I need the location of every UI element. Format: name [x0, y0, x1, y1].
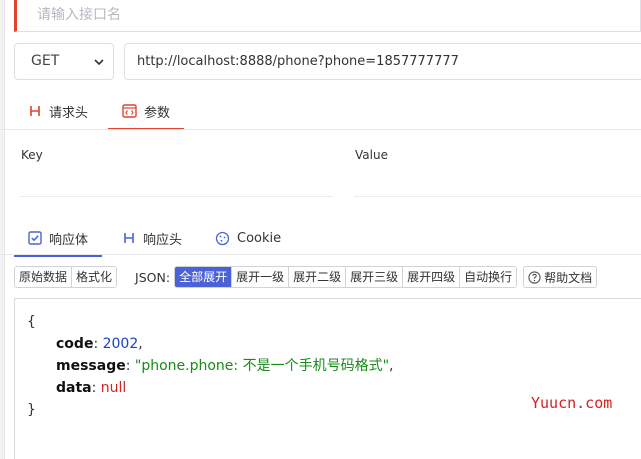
api-name-row — [14, 0, 641, 32]
api-name-input[interactable] — [37, 4, 597, 26]
value-input-line[interactable] — [354, 196, 641, 197]
json-value: "phone.phone: 不是一个手机号码格式" — [134, 358, 390, 374]
tab-cookie-label: Cookie — [237, 230, 282, 246]
tab-params-label: 参数 — [144, 105, 171, 121]
json-key: message — [56, 358, 126, 374]
json-label: JSON: — [135, 269, 171, 285]
method-value: GET — [31, 53, 60, 69]
value-column-header: Value — [355, 148, 388, 162]
tab-cookie[interactable]: Cookie — [215, 219, 281, 257]
expand-level-3-button[interactable]: 展开三级 — [346, 267, 404, 287]
tab-response-body-label: 响应体 — [49, 232, 89, 248]
code-doc-icon — [122, 104, 137, 118]
json-line-code: code: 2002, — [56, 336, 143, 352]
json-value: 2002 — [102, 336, 139, 352]
expand-button-group: 全部展开 展开一级 展开二级 展开三级 展开四级 自动换行 — [174, 266, 518, 288]
h-icon — [30, 106, 40, 116]
url-input[interactable]: http://localhost:8888/phone?phone=185777… — [124, 43, 641, 80]
tab-response-body[interactable]: 响应体 — [14, 219, 103, 257]
expand-level-1-button[interactable]: 展开一级 — [232, 267, 290, 287]
method-select[interactable]: GET — [14, 43, 114, 80]
response-tabs-divider — [0, 254, 641, 255]
left-rail — [0, 0, 5, 459]
request-tabs: 请求头 参数 — [0, 92, 641, 130]
json-line-message: message: "phone.phone: 不是一个手机号码格式", — [56, 358, 394, 374]
chevron-down-icon — [94, 59, 104, 66]
watermark: Yuucn.com — [531, 394, 613, 412]
expand-all-button[interactable]: 全部展开 — [175, 267, 233, 287]
format-button-group: 原始数据 格式化 — [14, 266, 118, 288]
response-body-panel: { code: 2002, message: "phone.phone: 不是一… — [14, 298, 641, 459]
json-key: data — [56, 380, 92, 396]
expand-level-4-button[interactable]: 展开四级 — [403, 267, 461, 287]
format-button[interactable]: 格式化 — [72, 267, 117, 287]
tab-response-headers-label: 响应头 — [143, 232, 183, 248]
word-wrap-button[interactable]: 自动换行 — [460, 267, 517, 287]
json-open-brace: { — [27, 314, 36, 330]
response-tabs: 响应体 响应头 Cookie — [0, 219, 641, 257]
json-value: null — [100, 380, 127, 396]
json-line-data: data: null — [56, 380, 127, 396]
checkbox-icon — [28, 231, 42, 245]
tabs-divider — [0, 129, 641, 130]
help-docs-label: 帮助文档 — [544, 270, 593, 285]
json-viewer: { code: 2002, message: "phone.phone: 不是一… — [27, 311, 393, 421]
tab-params[interactable]: 参数 — [108, 92, 185, 130]
raw-data-button[interactable]: 原始数据 — [15, 267, 73, 287]
h-icon — [124, 233, 134, 243]
cookie-icon — [215, 231, 230, 245]
help-icon — [528, 270, 541, 284]
json-close-brace: } — [27, 402, 36, 418]
json-key: code — [56, 336, 94, 352]
url-value: http://localhost:8888/phone?phone=185777… — [137, 54, 459, 69]
tab-response-headers[interactable]: 响应头 — [122, 219, 182, 257]
tab-request-headers-label: 请求头 — [49, 105, 89, 121]
response-toolbar: 原始数据 格式化 JSON: 全部展开 展开一级 展开二级 展开三级 展开四级 … — [14, 265, 598, 289]
key-input-line[interactable] — [20, 196, 333, 197]
tab-request-headers[interactable]: 请求头 — [28, 92, 88, 130]
expand-level-2-button[interactable]: 展开二级 — [289, 267, 347, 287]
key-column-header: Key — [21, 148, 43, 162]
help-docs-button[interactable]: 帮助文档 — [523, 266, 598, 288]
